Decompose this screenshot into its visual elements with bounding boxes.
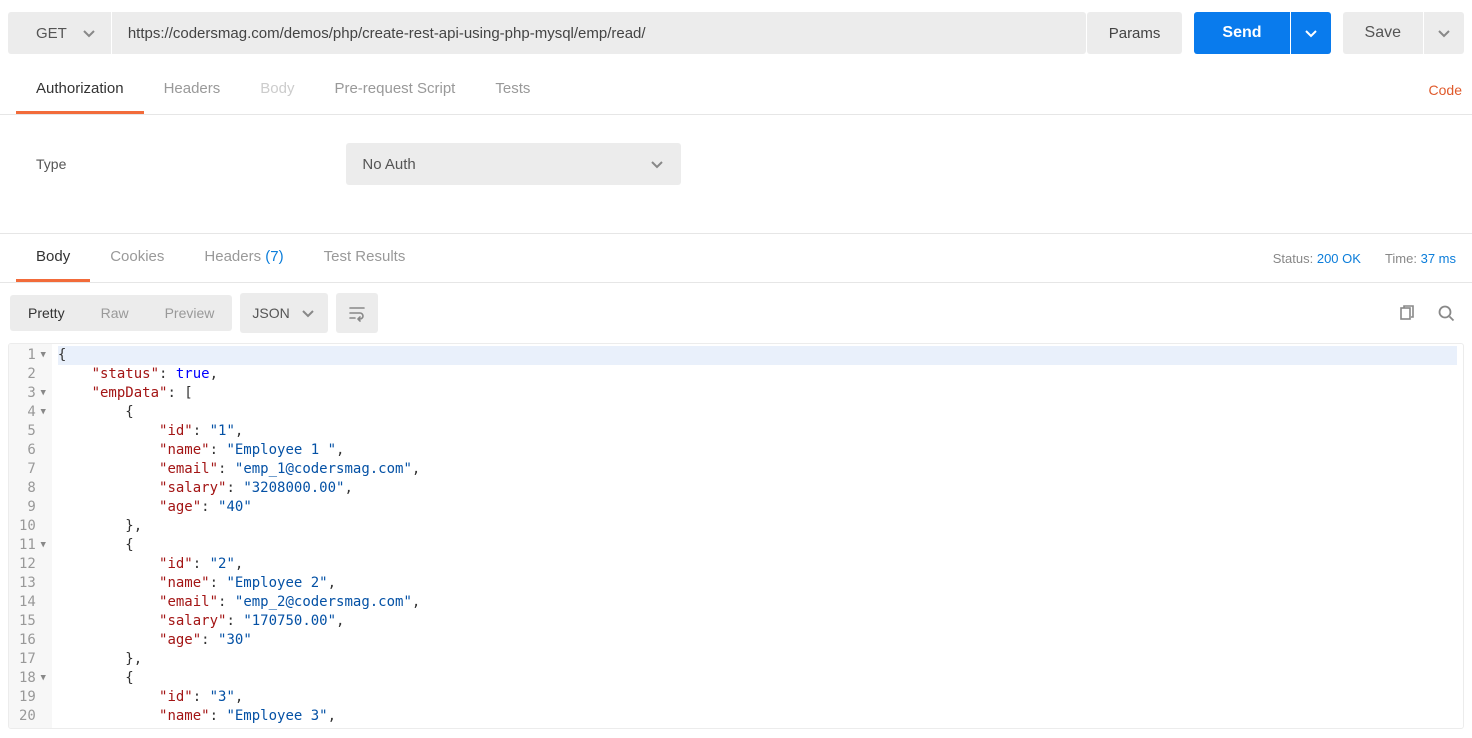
url-input[interactable] [128,25,1070,42]
line-number: 6 [19,441,46,460]
code-line: "name": "Employee 1 ", [58,441,1457,460]
code-line: "name": "Employee 3", [58,707,1457,726]
code-line: "empData": [ [58,384,1457,403]
wrap-button[interactable] [336,293,378,333]
line-number: 9 [19,498,46,517]
chevron-down-icon [300,305,316,321]
code-line: }, [58,517,1457,536]
url-box [112,12,1086,54]
code-line: "name": "Employee 2", [58,574,1457,593]
search-icon [1436,303,1456,323]
tab-prerequest[interactable]: Pre-request Script [314,66,475,114]
chevron-down-icon [1436,25,1452,41]
code-line: "salary": "3208000.00", [58,479,1457,498]
line-number: 16 [19,631,46,650]
line-number: 14 [19,593,46,612]
send-button[interactable]: Send [1194,12,1289,54]
fold-toggle[interactable]: ▼ [38,384,46,403]
line-number: 7 [19,460,46,479]
tab-headers[interactable]: Headers [144,66,241,114]
format-dropdown[interactable]: JSON [240,293,327,333]
code-line: { [58,536,1457,555]
code-line: "status": true, [58,365,1457,384]
line-number: 12 [19,555,46,574]
resp-tab-body[interactable]: Body [16,234,90,282]
line-number: 20 [19,707,46,726]
code-line: "id": "2", [58,555,1457,574]
fold-toggle[interactable]: ▼ [38,346,46,365]
copy-button[interactable] [1390,297,1422,329]
chevron-down-icon [81,25,97,41]
line-number: 1▼ [19,346,46,365]
code-line: { [58,346,1457,365]
copy-icon [1396,303,1416,323]
line-number: 3▼ [19,384,46,403]
code-line: }, [58,650,1457,669]
line-number: 8 [19,479,46,498]
params-label: Params [1109,25,1161,42]
response-body[interactable]: 1▼23▼4▼567891011▼12131415161718▼1920 { "… [8,343,1464,729]
line-number: 13 [19,574,46,593]
code-line: "email": "emp_1@codersmag.com", [58,460,1457,479]
line-number: 11▼ [19,536,46,555]
code-link[interactable]: Code [1429,82,1462,98]
time-meta: Time: 37 ms [1385,251,1456,266]
save-button[interactable]: Save [1343,12,1423,54]
fold-toggle[interactable]: ▼ [38,669,46,688]
view-preview[interactable]: Preview [147,295,233,331]
line-number: 18▼ [19,669,46,688]
code-line: "id": "1", [58,422,1457,441]
view-pretty[interactable]: Pretty [10,295,83,331]
chevron-down-icon [649,156,665,172]
code-line: "salary": "170750.00", [58,612,1457,631]
code-line: { [58,403,1457,422]
method-label: GET [36,25,67,42]
line-number: 4▼ [19,403,46,422]
resp-tab-headers[interactable]: Headers (7) [184,234,303,282]
line-number: 19 [19,688,46,707]
code-line: { [58,669,1457,688]
fold-toggle[interactable]: ▼ [38,536,46,555]
search-button[interactable] [1430,297,1462,329]
chevron-down-icon [1303,25,1319,41]
send-dropdown[interactable] [1291,12,1331,54]
tab-tests[interactable]: Tests [475,66,550,114]
auth-type-value: No Auth [362,156,415,173]
auth-type-label: Type [36,156,66,172]
line-number: 10 [19,517,46,536]
line-number: 17 [19,650,46,669]
status-meta: Status: 200 OK [1273,251,1361,266]
fold-toggle[interactable]: ▼ [38,403,46,422]
wrap-icon [347,303,367,323]
save-dropdown[interactable] [1424,12,1464,54]
view-mode-group: Pretty Raw Preview [10,295,232,331]
code-line: "age": "40" [58,498,1457,517]
line-number: 2 [19,365,46,384]
line-number: 5 [19,422,46,441]
resp-tab-cookies[interactable]: Cookies [90,234,184,282]
auth-type-dropdown[interactable]: No Auth [346,143,681,185]
code-line: "email": "emp_2@codersmag.com", [58,593,1457,612]
line-number: 15 [19,612,46,631]
code-line: "id": "3", [58,688,1457,707]
tab-authorization[interactable]: Authorization [16,66,144,114]
code-line: "age": "30" [58,631,1457,650]
view-raw[interactable]: Raw [83,295,147,331]
format-label: JSON [252,305,289,321]
tab-body[interactable]: Body [240,66,314,114]
params-button[interactable]: Params [1087,12,1183,54]
resp-tab-test-results[interactable]: Test Results [304,234,426,282]
method-dropdown[interactable]: GET [8,12,111,54]
